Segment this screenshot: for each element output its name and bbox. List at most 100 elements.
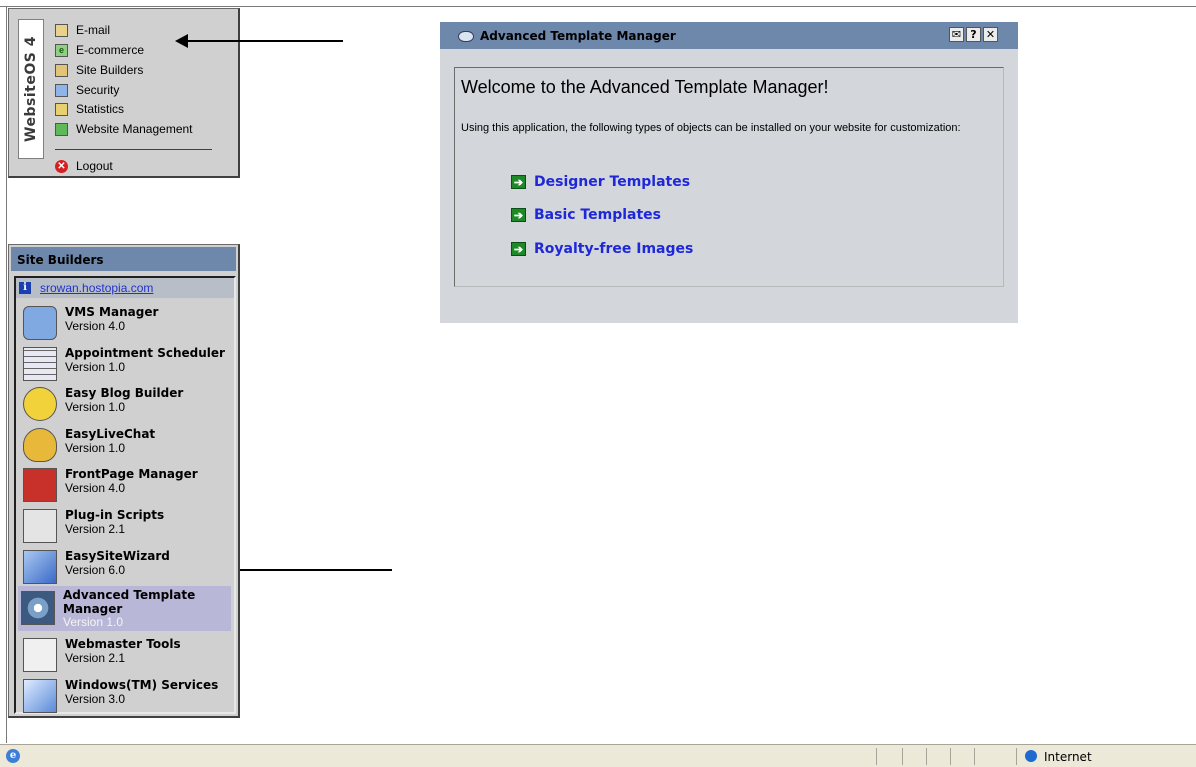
app-easy-blog-builder[interactable]: Easy Blog Builder Version 1.0 [20, 384, 225, 424]
app-easysitewizard[interactable]: EasySiteWizard Version 6.0 [20, 547, 225, 587]
app-version: Version 3.0 [65, 692, 126, 706]
template-manager-window: Advanced Template Manager ✉ ? ✕ Welcome … [440, 22, 1018, 323]
status-separator [1016, 748, 1017, 765]
app-list: i srowan.hostopia.com VMS Manager Versio… [14, 276, 236, 714]
app-appointment-scheduler[interactable]: Appointment Scheduler Version 1.0 [20, 344, 225, 384]
logout-label: Logout [76, 159, 113, 173]
logout-icon: ✕ [55, 159, 68, 173]
site-builders-icon [55, 63, 68, 77]
menu-item-label: Statistics [76, 102, 125, 116]
site-wizard-icon [23, 550, 57, 584]
webmaster-tools-icon [23, 638, 57, 672]
info-icon: i [19, 282, 31, 294]
menu-item-label: Website Management [76, 122, 193, 136]
menu-divider [55, 149, 212, 150]
globe-icon [1025, 750, 1037, 762]
status-separator [950, 748, 951, 765]
menu-item-ecommerce[interactable]: e E-commerce [55, 41, 144, 59]
app-version: Version 6.0 [65, 563, 126, 577]
status-separator [876, 748, 877, 765]
security-icon [55, 83, 68, 97]
app-name: Windows(TM) Services [65, 678, 219, 692]
welcome-panel: Welcome to the Advanced Template Manager… [454, 67, 1004, 287]
menu-item-label: E-commerce [76, 43, 145, 57]
site-builders-panel: Site Builders i srowan.hostopia.com VMS … [8, 244, 240, 718]
site-builders-header: Site Builders [11, 247, 236, 271]
designer-templates-link[interactable]: ➔ Designer Templates [511, 173, 690, 191]
welcome-text: Using this application, the following ty… [461, 122, 961, 134]
close-button[interactable]: ✕ [983, 27, 998, 42]
email-icon [55, 23, 68, 37]
menu-item-label: Security [76, 83, 120, 97]
menu-item-site-builders[interactable]: Site Builders [55, 61, 143, 79]
logo-text: WebsiteOS 4 [23, 36, 39, 142]
app-version: Version 4.0 [65, 319, 126, 333]
frame-top-border [0, 6, 1196, 7]
menu-item-website-management[interactable]: Website Management [55, 120, 193, 138]
app-advanced-template-manager[interactable]: Advanced Template Manager Version 1.0 [18, 586, 231, 631]
app-version: Version 1.0 [63, 615, 124, 629]
email-button[interactable]: ✉ [949, 27, 964, 42]
app-version: Version 1.0 [65, 360, 126, 374]
status-separator [902, 748, 903, 765]
app-name: VMS Manager [65, 305, 159, 319]
help-button[interactable]: ? [966, 27, 981, 42]
option-label: Basic Templates [534, 207, 661, 223]
arrow-right-icon: ➔ [511, 175, 526, 189]
status-separator [926, 748, 927, 765]
basic-templates-link[interactable]: ➔ Basic Templates [511, 206, 661, 224]
app-webmaster-tools[interactable]: Webmaster Tools Version 2.1 [20, 635, 225, 675]
app-version: Version 4.0 [65, 481, 126, 495]
ie-page-icon: e [6, 749, 20, 763]
frame-left-border [6, 6, 7, 743]
menu-item-label: E-mail [76, 23, 111, 37]
window-title: Advanced Template Manager [480, 29, 676, 43]
eye-icon [458, 31, 474, 42]
windows-services-icon [23, 679, 57, 713]
logout-button[interactable]: ✕ Logout [55, 157, 113, 175]
app-name: FrontPage Manager [65, 467, 198, 481]
domain-row: i srowan.hostopia.com [16, 278, 234, 298]
app-name: EasyLiveChat [65, 427, 156, 441]
welcome-heading: Welcome to the Advanced Template Manager… [461, 77, 829, 97]
option-label: Royalty-free Images [534, 241, 694, 257]
app-plug-in-scripts[interactable]: Plug-in Scripts Version 2.1 [20, 506, 225, 546]
app-name: EasySiteWizard [65, 549, 170, 563]
callout-arrow-app [224, 563, 392, 577]
scripts-icon [23, 509, 57, 543]
app-version: Version 2.1 [65, 522, 126, 536]
app-name: Appointment Scheduler [65, 346, 225, 360]
menu-item-statistics[interactable]: Statistics [55, 100, 124, 118]
status-bar: e Internet [0, 744, 1196, 767]
domain-link[interactable]: srowan.hostopia.com [40, 281, 153, 295]
statistics-icon [55, 102, 68, 116]
arrow-right-icon: ➔ [511, 242, 526, 256]
frontpage-icon [23, 468, 57, 502]
template-manager-icon [21, 591, 55, 625]
royalty-free-images-link[interactable]: ➔ Royalty-free Images [511, 240, 693, 258]
app-name: Advanced Template Manager [63, 588, 196, 616]
arrow-right-icon: ➔ [511, 208, 526, 222]
app-vms-manager[interactable]: VMS Manager Version 4.0 [20, 303, 225, 343]
app-windows-services[interactable]: Windows(TM) Services Version 3.0 [20, 676, 225, 716]
live-chat-icon [23, 428, 57, 462]
status-separator [974, 748, 975, 765]
main-menu-panel: WebsiteOS 4 E-mail e E-commerce Site Bui… [8, 8, 240, 178]
app-name: Plug-in Scripts [65, 508, 165, 522]
app-frontpage-manager[interactable]: FrontPage Manager Version 4.0 [20, 465, 225, 505]
app-version: Version 1.0 [65, 400, 126, 414]
app-name: Webmaster Tools [65, 637, 181, 651]
option-label: Designer Templates [534, 174, 691, 190]
menu-item-security[interactable]: Security [55, 81, 119, 99]
window-title-bar: Advanced Template Manager ✉ ? ✕ [440, 22, 1018, 49]
menu-item-email[interactable]: E-mail [55, 21, 110, 39]
app-easylivechat[interactable]: EasyLiveChat Version 1.0 [20, 425, 225, 465]
calendar-icon [23, 347, 57, 381]
menu-item-label: Site Builders [76, 63, 144, 77]
callout-arrow-menu [175, 34, 343, 48]
ecommerce-icon: e [55, 43, 68, 57]
website-management-icon [55, 122, 68, 136]
app-name: Easy Blog Builder [65, 386, 184, 400]
websiteos-logo: WebsiteOS 4 [18, 19, 44, 159]
vms-manager-icon [23, 306, 57, 340]
